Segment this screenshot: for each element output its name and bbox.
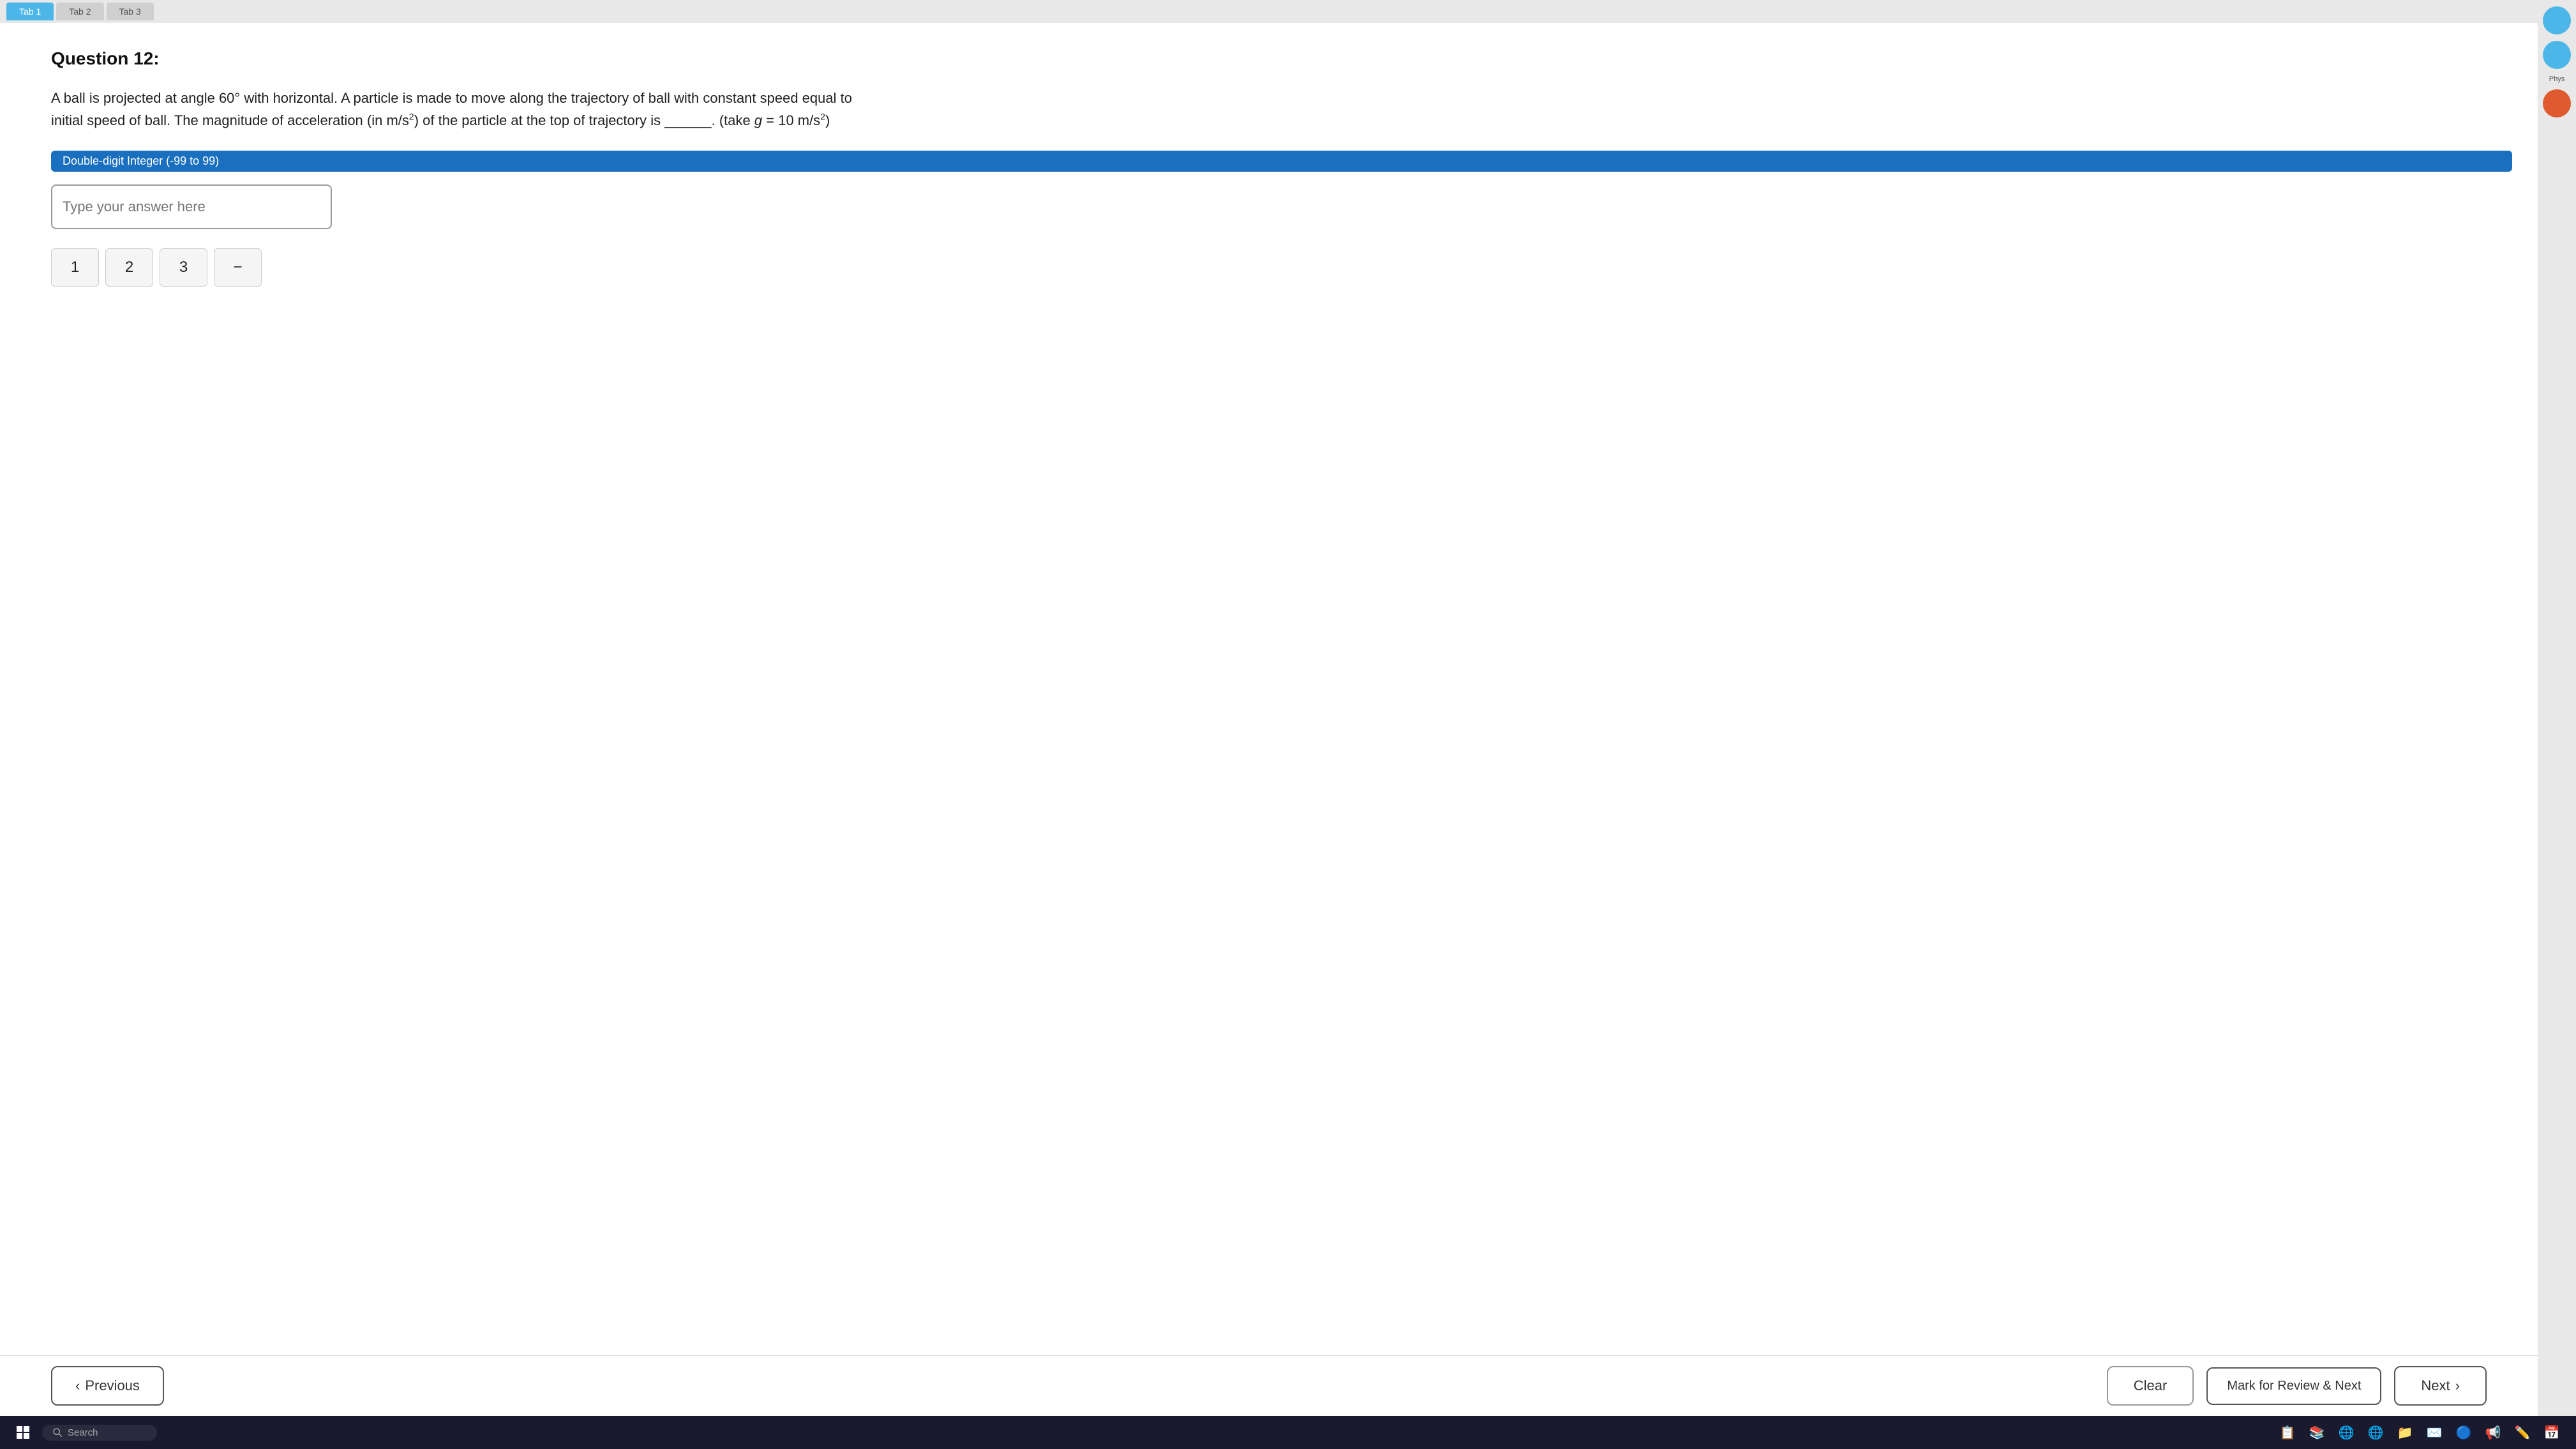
taskbar-calendar-icon[interactable]: 📅 (2540, 1421, 2563, 1444)
mark-review-button-label: Mark for Review & Next (2227, 1379, 2361, 1393)
bottom-action-bar: ‹ Previous Clear Mark for Review & Next … (0, 1355, 2538, 1416)
windows-start-button[interactable] (13, 1422, 33, 1443)
taskbar-pen-icon[interactable]: ✏️ (2511, 1421, 2534, 1444)
previous-button-label: Previous (85, 1378, 140, 1394)
numpad-key-minus[interactable]: − (214, 248, 262, 287)
taskbar-edge-icon[interactable]: 🌐 (2364, 1421, 2387, 1444)
mark-review-button[interactable]: Mark for Review & Next (2206, 1367, 2381, 1405)
numpad-key-1[interactable]: 1 (51, 248, 99, 287)
answer-input[interactable] (51, 184, 332, 229)
main-content: Question 12: A ball is projected at angl… (0, 23, 2576, 1449)
question-body: A ball is projected at angle 60° with ho… (51, 87, 881, 131)
previous-arrow-icon: ‹ (75, 1378, 80, 1394)
taskbar-mail-icon[interactable]: ✉️ (2423, 1421, 2446, 1444)
taskbar-search-label: Search (68, 1427, 98, 1438)
taskbar-clipboard-icon[interactable]: 📋 (2276, 1421, 2299, 1444)
next-button-label: Next (2421, 1378, 2450, 1394)
next-button[interactable]: Next › (2394, 1366, 2487, 1406)
taskbar-app-icons: 📋 📚 🌐 🌐 📁 ✉️ 🔵 📢 ✏️ 📅 (2276, 1421, 2563, 1444)
sidebar-circle-blue-2[interactable] (2543, 41, 2571, 69)
taskbar-browser-icon[interactable]: 🌐 (2335, 1421, 2358, 1444)
top-tabs-bar: Tab 1 Tab 2 Tab 3 (0, 0, 2576, 23)
sidebar-phys-label: Phys (2547, 75, 2567, 83)
numpad: 1 2 3 − (51, 248, 2512, 287)
taskbar-files-icon[interactable]: 📁 (2393, 1421, 2416, 1444)
taskbar-chrome-icon[interactable]: 🔵 (2452, 1421, 2475, 1444)
tab-inactive-2[interactable]: Tab 3 (107, 3, 154, 20)
taskbar-search-bar[interactable]: Search (42, 1425, 157, 1441)
tab-active[interactable]: Tab 1 (6, 3, 54, 20)
right-sidebar: Phys (2538, 0, 2576, 1449)
taskbar-book-icon[interactable]: 📚 (2305, 1421, 2328, 1444)
numpad-key-3[interactable]: 3 (160, 248, 207, 287)
previous-button[interactable]: ‹ Previous (51, 1366, 164, 1406)
numpad-key-2[interactable]: 2 (105, 248, 153, 287)
question-title: Question 12: (51, 49, 2512, 69)
sidebar-circle-blue[interactable] (2543, 6, 2571, 34)
clear-button[interactable]: Clear (2107, 1366, 2194, 1406)
question-type-badge: Double-digit Integer (-99 to 99) (51, 151, 2512, 172)
taskbar: Search 📋 📚 🌐 🌐 📁 ✉️ 🔵 📢 ✏️ 📅 (0, 1416, 2576, 1449)
next-arrow-icon: › (2455, 1378, 2460, 1394)
tab-inactive-1[interactable]: Tab 2 (56, 3, 103, 20)
sidebar-circle-orange[interactable] (2543, 89, 2571, 117)
clear-button-label: Clear (2134, 1378, 2168, 1393)
taskbar-teams-icon[interactable]: 📢 (2482, 1421, 2505, 1444)
